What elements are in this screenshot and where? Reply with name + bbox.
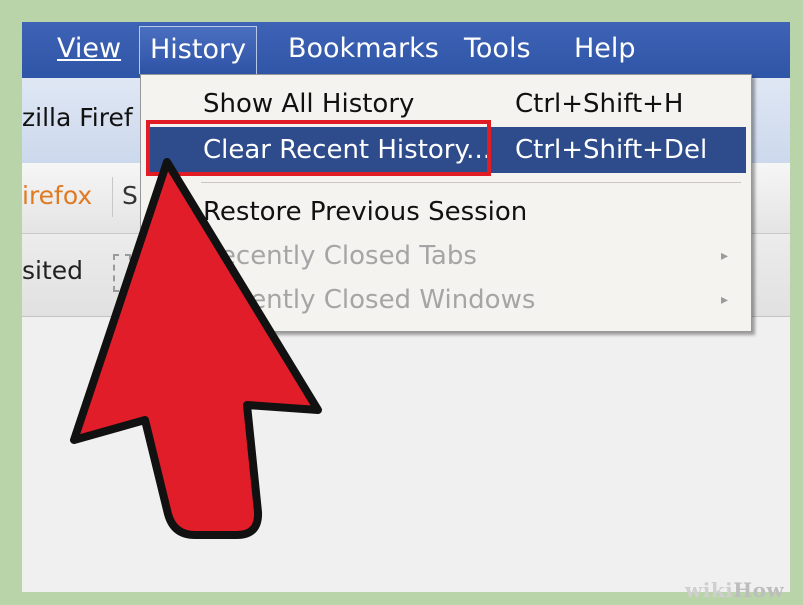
watermark-how: How <box>733 578 785 602</box>
wikihow-watermark: wikiHow <box>685 578 784 602</box>
screenshot-frame: zilla Firef irefox S sited View History … <box>22 22 790 592</box>
pointer-arrow-icon <box>70 158 322 540</box>
watermark-wiki: wiki <box>685 578 734 602</box>
arrow-shape <box>70 158 322 540</box>
